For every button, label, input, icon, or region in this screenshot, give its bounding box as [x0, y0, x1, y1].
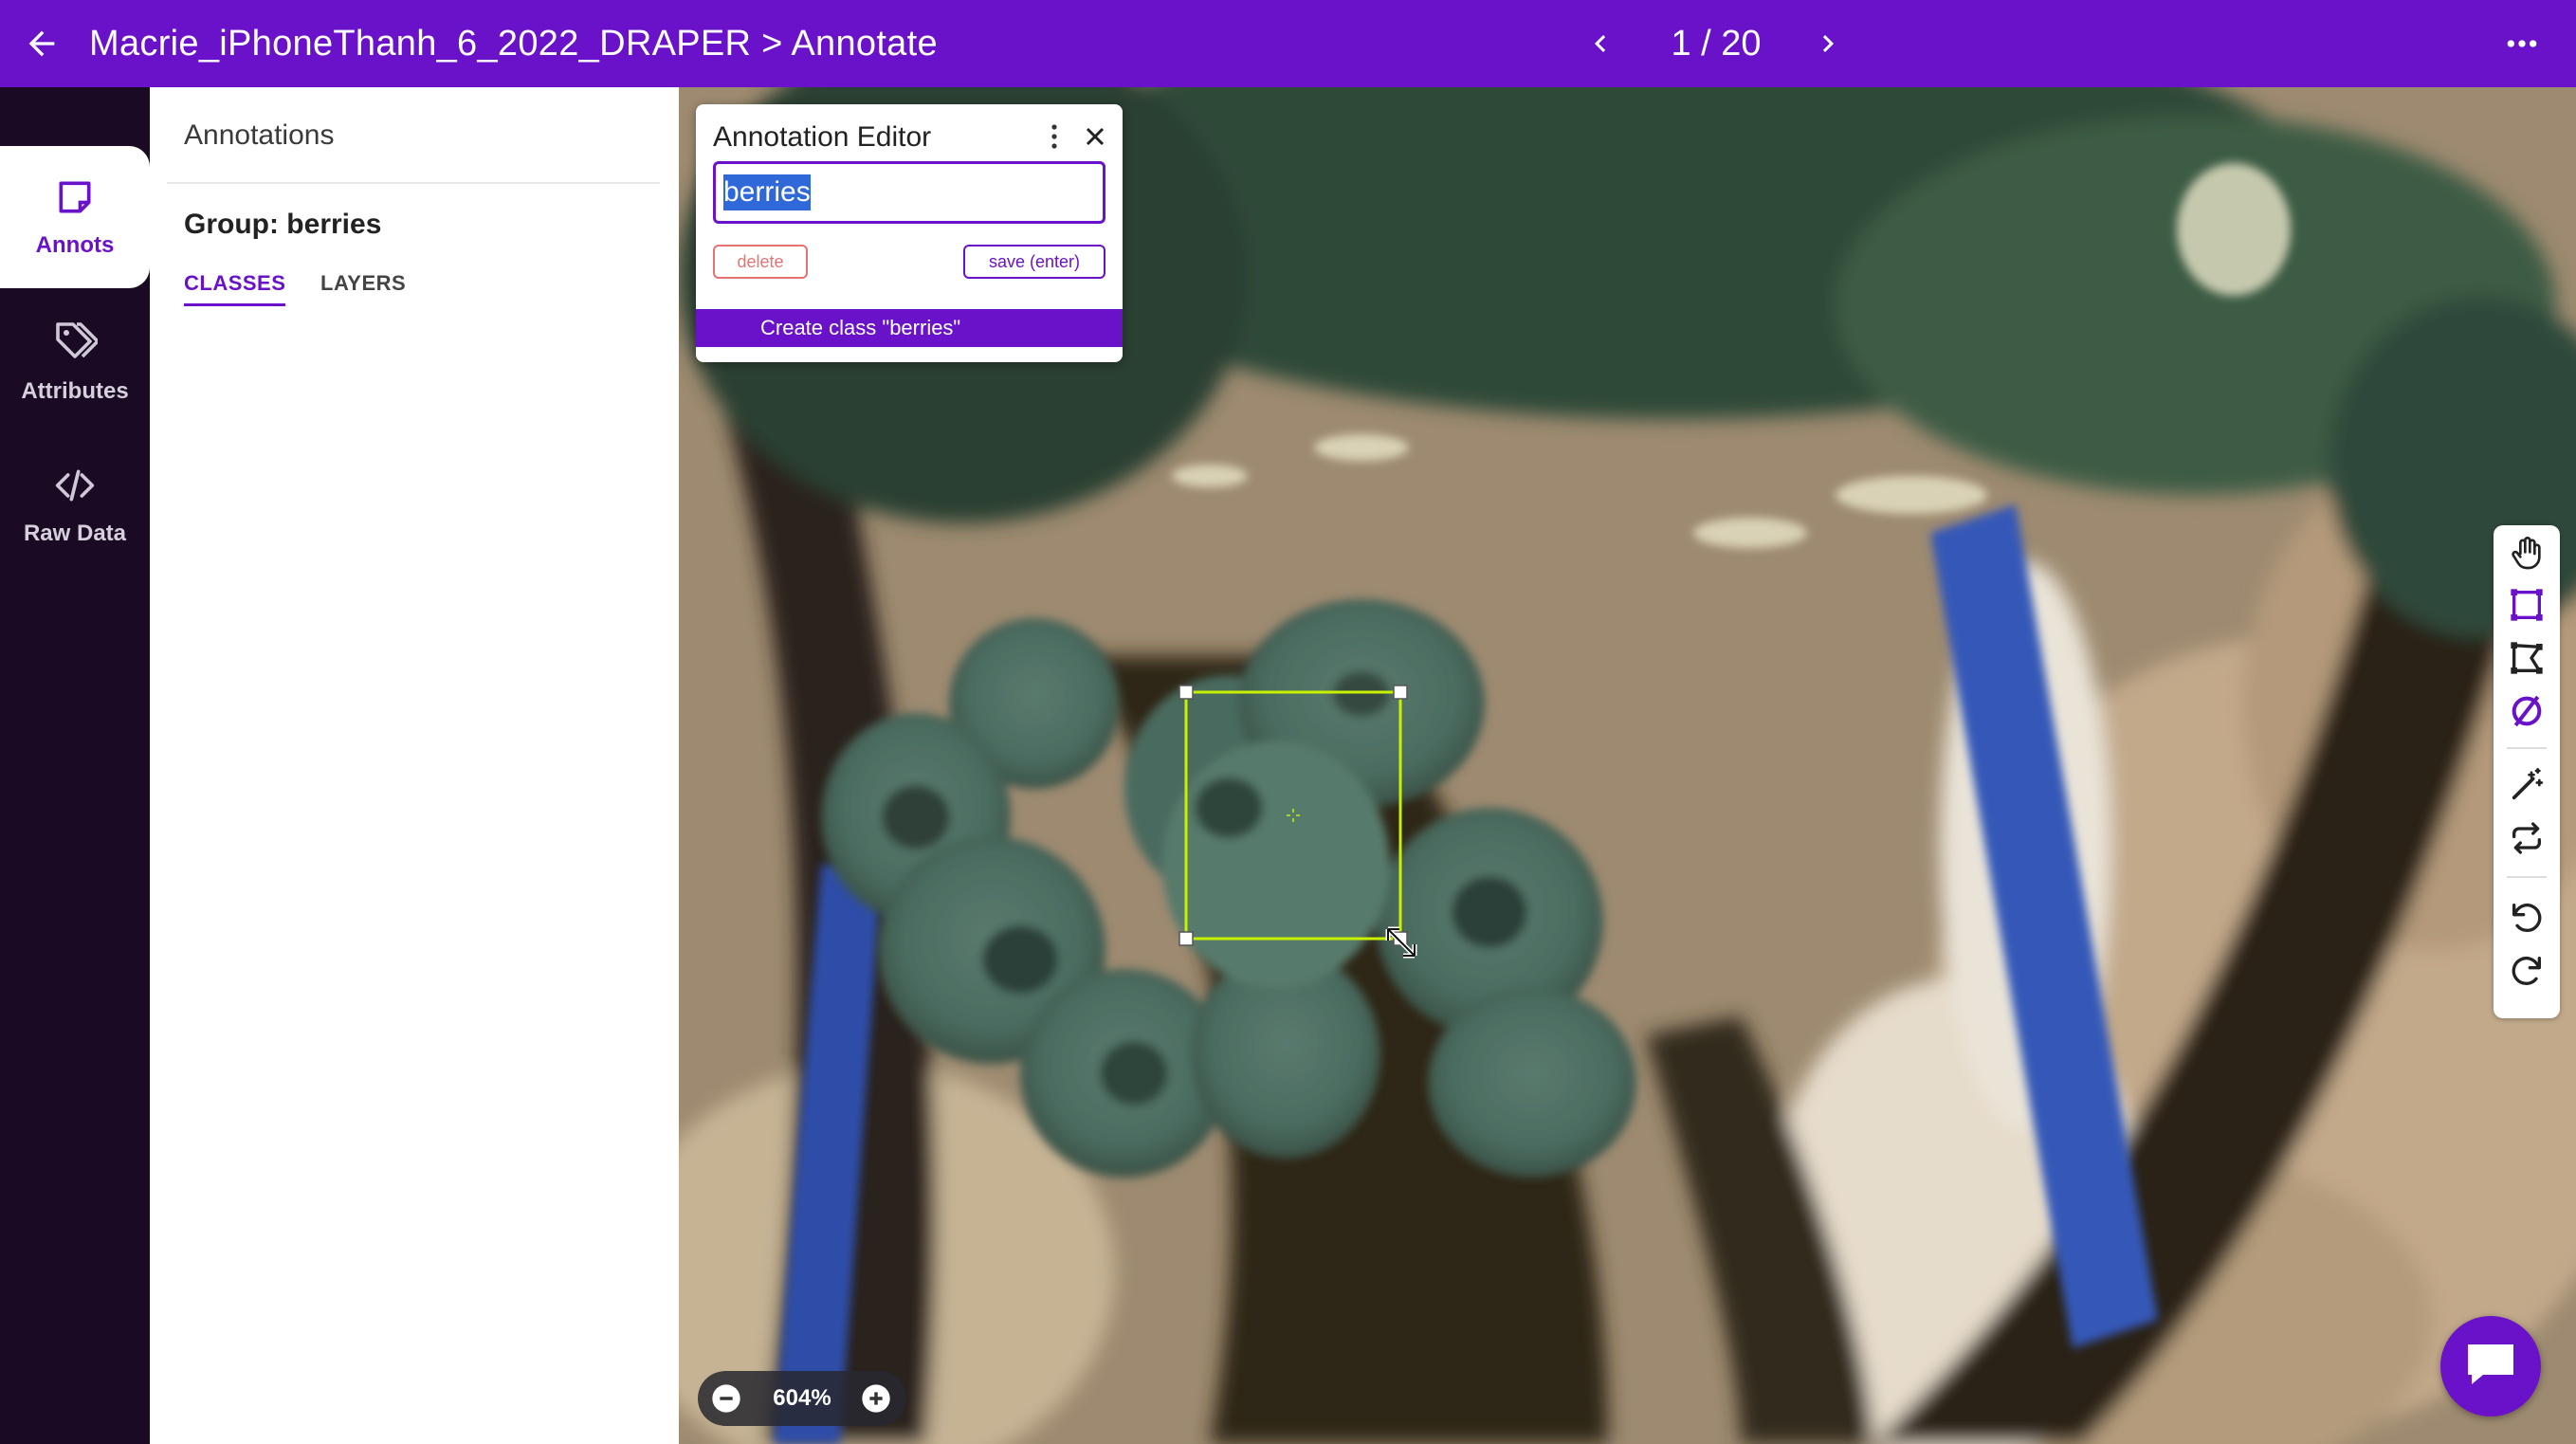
sticky-note-icon [54, 176, 96, 223]
bounding-box-icon[interactable] [2504, 582, 2549, 628]
tab-layers[interactable]: LAYERS [320, 271, 406, 303]
page-indicator: 1 / 20 [1671, 24, 1762, 64]
annotations-panel: Annotations Group: berries CLASSES LAYER… [150, 87, 679, 1444]
chat-bubble-icon [2464, 1341, 2517, 1393]
create-class-button[interactable]: Create class "berries" [696, 309, 1123, 347]
delete-button[interactable]: delete [713, 245, 808, 279]
resize-handle[interactable] [1393, 685, 1408, 700]
rail-tab-label: Attributes [21, 377, 129, 404]
rail-tab-label: Raw Data [23, 520, 127, 546]
zoom-in-icon[interactable] [861, 1383, 891, 1414]
redo-icon[interactable] [2504, 948, 2549, 994]
center-crosshair [1287, 809, 1300, 822]
chat-button[interactable] [2440, 1316, 2541, 1417]
zoom-level: 604% [773, 1385, 831, 1411]
toolbar-divider [2507, 747, 2547, 749]
class-name-input[interactable]: berries [713, 161, 1105, 224]
tab-classes[interactable]: CLASSES [184, 271, 286, 306]
resize-handle[interactable] [1178, 931, 1194, 946]
rail-tab-raw-data[interactable]: Raw Data [0, 434, 150, 576]
group-title: Group: berries [184, 209, 382, 240]
rail-tab-attributes[interactable]: Attributes [0, 290, 150, 432]
zoom-control: 604% [698, 1371, 906, 1426]
zoom-out-icon[interactable] [711, 1383, 741, 1414]
divider [167, 182, 660, 184]
more-horizontal-icon[interactable] [2499, 21, 2545, 66]
left-nav-rail: Annots Attributes Raw Data [0, 87, 150, 1444]
magic-wand-icon[interactable] [2504, 762, 2549, 808]
rail-tab-annots[interactable]: Annots [0, 146, 150, 288]
tags-icon [52, 319, 100, 369]
toolbar-divider [2507, 876, 2547, 878]
resize-handle[interactable] [1178, 685, 1194, 700]
polygon-icon[interactable] [2504, 635, 2549, 681]
annotation-editor-popup: Annotation Editor berries delete save (e… [696, 104, 1123, 362]
page-title: Macrie_iPhoneThanh_6_2022_DRAPER > Annot… [89, 24, 938, 64]
previous-image-chevron-icon[interactable] [1578, 21, 1623, 66]
no-visibility-icon[interactable] [2504, 688, 2549, 734]
hand-pan-icon[interactable] [2504, 531, 2549, 576]
rail-tab-label: Annots [35, 231, 115, 258]
undo-icon[interactable] [2504, 895, 2549, 941]
top-bar: Macrie_iPhoneThanh_6_2022_DRAPER > Annot… [0, 0, 2576, 87]
annotation-toolbar [2494, 525, 2560, 1018]
input-selected-text: berries [723, 174, 811, 210]
next-image-chevron-icon[interactable] [1805, 21, 1851, 66]
panel-heading: Annotations [184, 119, 335, 151]
editor-title: Annotation Editor [713, 121, 932, 153]
more-vertical-icon[interactable] [1041, 119, 1068, 154]
swap-icon[interactable] [2504, 815, 2549, 861]
code-icon [51, 465, 99, 511]
close-icon[interactable] [1079, 119, 1111, 154]
save-button[interactable]: save (enter) [963, 245, 1105, 279]
back-arrow-icon[interactable] [17, 19, 66, 68]
